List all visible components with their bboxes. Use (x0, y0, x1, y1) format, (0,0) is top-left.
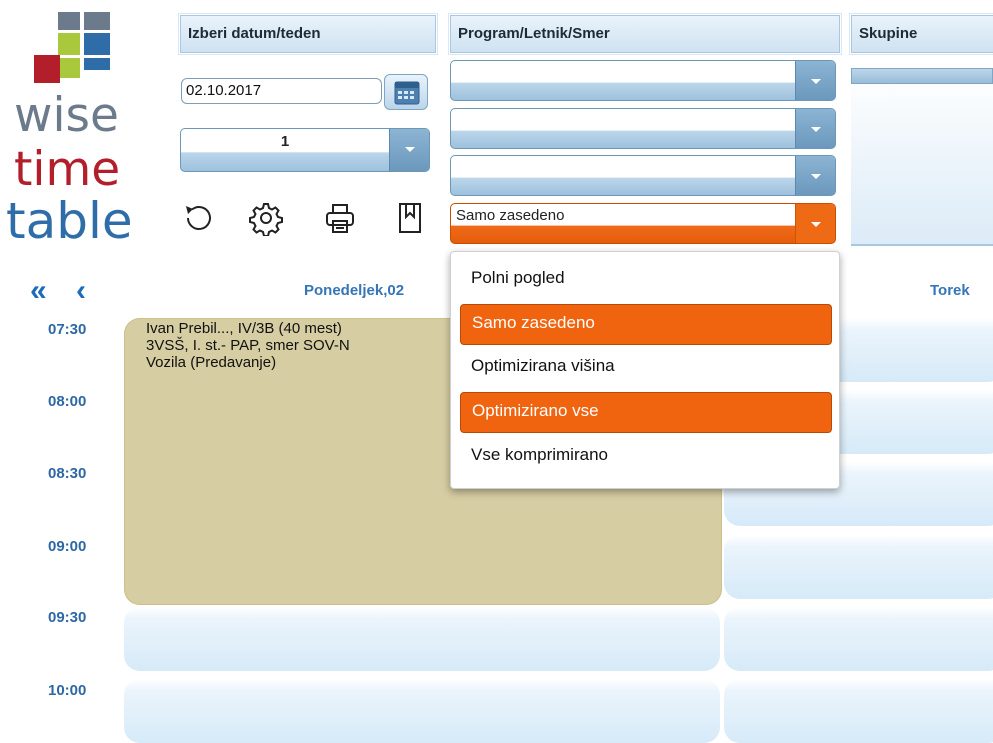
time-label: 10:00 (48, 682, 87, 699)
print-button[interactable] (322, 200, 358, 236)
week-dropdown[interactable]: 1 (180, 128, 430, 172)
time-label: 09:00 (48, 538, 87, 555)
time-slot[interactable] (124, 679, 720, 743)
chevron-down-icon[interactable] (795, 109, 835, 148)
time-slot[interactable] (124, 607, 720, 671)
chevron-down-icon[interactable] (795, 61, 835, 100)
groups-panel-title: Skupine (849, 13, 993, 55)
logo-text-wise: wise (14, 88, 119, 143)
refresh-button[interactable] (180, 200, 216, 236)
program-dropdown[interactable] (450, 60, 836, 101)
day-header-tuesday: Torek (930, 282, 970, 299)
chevron-down-icon[interactable] (795, 204, 835, 243)
time-label: 07:30 (48, 321, 87, 338)
menu-item-full-view[interactable]: Polni pogled (460, 260, 832, 301)
chevron-down-icon[interactable] (389, 129, 429, 171)
refresh-icon (186, 206, 211, 230)
view-mode-menu: Polni pogled Samo zasedeno Optimizirana … (450, 251, 840, 489)
menu-item-optimized-all[interactable]: Optimizirano vse (460, 392, 832, 433)
year-dropdown[interactable] (450, 108, 836, 149)
menu-item-optimized-height[interactable]: Optimizirana višina (460, 348, 832, 389)
time-label: 09:30 (48, 609, 87, 626)
bookmark-icon (399, 203, 421, 233)
logo-text-table: table (6, 192, 133, 250)
groups-list-header-bar (851, 68, 993, 84)
time-slot[interactable] (724, 607, 993, 671)
logo-square-blue-2 (84, 58, 110, 70)
calendar-button[interactable] (384, 74, 428, 110)
view-mode-dropdown[interactable]: Samo zasedeno (450, 203, 836, 244)
logo-square-gray (58, 12, 80, 30)
menu-item-all-compressed[interactable]: Vse komprimirano (460, 437, 832, 478)
date-panel-title: Izberi datum/teden (178, 13, 438, 55)
logo-square-red (34, 55, 60, 83)
time-slot[interactable] (724, 679, 993, 743)
day-header-monday: Ponedeljek,02 (304, 282, 405, 299)
settings-button[interactable] (248, 200, 284, 237)
logo-text-time: time (14, 142, 121, 197)
week-dropdown-value: 1 (280, 133, 290, 150)
menu-item-occupied-only[interactable]: Samo zasedeno (460, 304, 832, 345)
program-panel-title: Program/Letnik/Smer (448, 13, 842, 55)
time-label: 08:30 (48, 465, 87, 482)
logo-square-blue (84, 33, 110, 55)
logo-square-green-2 (58, 58, 80, 78)
calendar-icon (394, 81, 420, 105)
bookmark-button[interactable] (392, 200, 428, 236)
groups-list[interactable] (851, 68, 993, 246)
previous-week-button[interactable]: ‹ (76, 276, 86, 306)
chevron-down-icon[interactable] (795, 156, 835, 195)
first-week-button[interactable]: « (30, 276, 47, 306)
gear-icon (249, 203, 283, 237)
app-logo[interactable]: wise time table (0, 0, 160, 255)
logo-square-green (58, 33, 80, 55)
logo-square-gray-2 (84, 12, 110, 30)
time-label: 08:00 (48, 393, 87, 410)
view-mode-value: Samo zasedeno (456, 207, 565, 224)
time-slot[interactable] (724, 535, 993, 599)
printer-icon (326, 204, 354, 233)
direction-dropdown[interactable] (450, 155, 836, 196)
date-input[interactable]: 02.10.2017 (181, 78, 382, 104)
